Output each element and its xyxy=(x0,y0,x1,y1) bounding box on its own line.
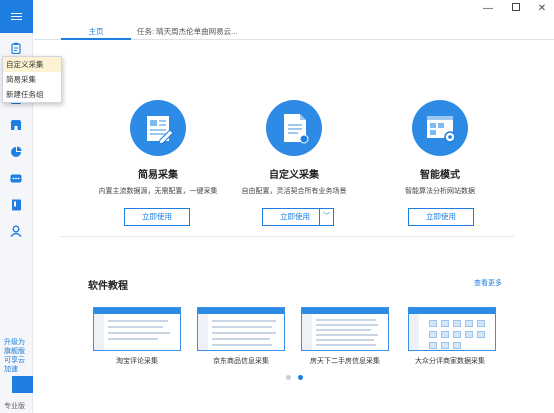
smart-mode-icon xyxy=(412,100,468,156)
hamburger-icon[interactable] xyxy=(0,0,33,33)
carousel-dot-active[interactable] xyxy=(298,375,303,380)
tab-task[interactable]: 任务: 晴天周杰伦单曲网易云... xyxy=(137,26,237,37)
carousel-dot[interactable] xyxy=(286,375,291,380)
pie-chart-icon[interactable] xyxy=(9,145,23,159)
chevron-down-icon[interactable]: ﹀ xyxy=(319,208,334,226)
menu-item-new-task-group[interactable]: 新建任务组 xyxy=(3,87,61,102)
tutorial-label[interactable]: 房天下二手房信息采集 xyxy=(300,356,390,366)
tutorial-thumbnail[interactable] xyxy=(301,307,389,351)
simple-collect-use-button[interactable]: 立即使用 xyxy=(124,208,190,226)
feature-title: 自定义采集 xyxy=(269,170,319,181)
simple-collect-icon xyxy=(130,100,186,156)
tutorials-more-link[interactable]: 查看更多 xyxy=(474,278,502,288)
feature-simple-collect: 简易采集 内置主流数据源，无需配置，一键采集 xyxy=(98,100,218,196)
tab-bar: 主页 任务: 晴天周杰伦单曲网易云... — ✕ xyxy=(34,0,554,40)
feature-smart-mode: 智能模式 智能算法分析网站数据 xyxy=(380,100,500,196)
tutorials-title: 软件教程 xyxy=(88,281,128,292)
feature-title: 智能模式 xyxy=(420,170,460,181)
menu-item-custom-collect[interactable]: 自定义采集 xyxy=(3,57,61,72)
custom-collect-icon xyxy=(266,100,322,156)
tutorial-thumbnail[interactable] xyxy=(408,307,496,351)
maximize-icon[interactable] xyxy=(510,3,522,15)
feature-desc: 智能算法分析网站数据 xyxy=(405,188,475,195)
feature-desc: 内置主流数据源，无需配置，一键采集 xyxy=(98,188,218,195)
tab-home[interactable]: 主页 xyxy=(61,26,131,37)
upgrade-link[interactable]: 升级为旗舰版可享云加速 xyxy=(4,338,30,374)
account-edition: 专业版 xyxy=(4,403,25,410)
smart-mode-use-button[interactable]: 立即使用 xyxy=(408,208,474,226)
tutorial-label[interactable]: 京东商品信息采集 xyxy=(196,356,286,366)
divider xyxy=(60,236,514,237)
message-icon[interactable] xyxy=(9,172,23,186)
feature-desc: 自由配置，灵活契合所有业务场景 xyxy=(241,188,347,195)
new-task-menu: 自定义采集 简易采集 新建任务组 xyxy=(2,56,62,103)
tutorial-thumbnail[interactable] xyxy=(93,307,181,351)
close-icon[interactable]: ✕ xyxy=(536,3,548,15)
book-icon[interactable] xyxy=(9,198,23,212)
clipboard-icon[interactable] xyxy=(9,41,23,55)
feature-custom-collect: 自定义采集 自由配置，灵活契合所有业务场景 xyxy=(234,100,354,196)
feature-title: 简易采集 xyxy=(138,170,178,181)
tutorial-thumbnail[interactable] xyxy=(197,307,285,351)
tutorial-label[interactable]: 大众分评商家数据采集 xyxy=(405,356,495,366)
user-icon[interactable] xyxy=(9,224,23,238)
minimize-icon[interactable]: — xyxy=(482,3,494,15)
active-tab-indicator xyxy=(61,38,131,40)
store-icon[interactable] xyxy=(9,118,23,132)
menu-item-simple-collect[interactable]: 简易采集 xyxy=(3,72,61,87)
sidebar-action-block[interactable] xyxy=(12,376,33,393)
tutorial-label[interactable]: 淘宝评论采集 xyxy=(92,356,182,366)
